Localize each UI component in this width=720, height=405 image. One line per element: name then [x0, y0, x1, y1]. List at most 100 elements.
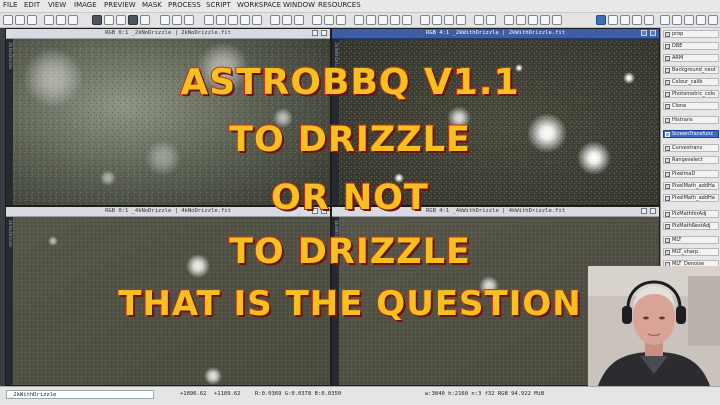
process-icon-item[interactable]: Colour_calib: [663, 78, 719, 86]
view-mode-icon[interactable]: [92, 15, 102, 25]
display-blue-icon[interactable]: [390, 15, 400, 25]
presenter-image: [588, 266, 720, 386]
script-editor-icon[interactable]: [516, 15, 526, 25]
process-icon-item[interactable]: PixMathRestAdj: [663, 222, 719, 230]
menu-window[interactable]: WINDOW: [283, 1, 315, 9]
process-icon[interactable]: [660, 15, 670, 25]
cursor-x-readout: +1896.62: [180, 391, 207, 397]
fit-view-icon[interactable]: [240, 15, 250, 25]
zoom-tool-icon[interactable]: [282, 15, 292, 25]
process-icon-item[interactable]: Rangeselect: [663, 156, 719, 164]
save-icon[interactable]: [27, 15, 37, 25]
workspace-4-icon[interactable]: [632, 15, 642, 25]
display-red-icon[interactable]: [366, 15, 376, 25]
workspace-1-icon[interactable]: [596, 15, 606, 25]
title-line-2: TO DRIZZLE: [228, 119, 471, 161]
preview-delete-icon[interactable]: [336, 15, 346, 25]
window-side-tab[interactable]: 2kNoDrizzle: [6, 38, 13, 205]
webcam-presenter: [588, 266, 720, 386]
maximize-icon[interactable]: [321, 30, 327, 36]
preferences-icon[interactable]: [644, 15, 654, 25]
history-explorer-icon[interactable]: [540, 15, 550, 25]
display-lum-icon[interactable]: [402, 15, 412, 25]
shade-icon[interactable]: [641, 30, 647, 36]
process-icon-item[interactable]: PixMathforAdj: [663, 210, 719, 218]
process-icon-item[interactable]: ARM: [663, 54, 719, 62]
menu-file[interactable]: FILE: [3, 1, 17, 9]
stf-reset-icon[interactable]: [456, 15, 466, 25]
script-icon[interactable]: [672, 15, 682, 25]
workspace-3-icon[interactable]: [620, 15, 630, 25]
process-icon-item[interactable]: MLT_sharp: [663, 248, 719, 256]
process-icon-item[interactable]: Curvestrans: [663, 144, 719, 152]
menu-preview[interactable]: PREVIEW: [104, 1, 136, 9]
shade-icon[interactable]: [312, 30, 318, 36]
process-icon-item[interactable]: PixelMath_addHa: [663, 182, 719, 190]
menu-script[interactable]: SCRIPT: [206, 1, 231, 9]
window-side-tab[interactable]: 4kNoDrizzle: [6, 216, 13, 385]
history-icon[interactable]: [68, 15, 78, 25]
shade-icon[interactable]: [641, 208, 647, 214]
view-selector[interactable]: _2kWithDrizzle: [6, 390, 154, 399]
process-icon-item[interactable]: Histrans: [663, 116, 719, 124]
menu-image[interactable]: IMAGE: [74, 1, 97, 9]
preview-icon[interactable]: [312, 15, 322, 25]
process-icon-item[interactable]: MLT: [663, 236, 719, 244]
window-title-bar[interactable]: RGB 0:1 _2kNoDrizzle | 2kNoDrizzle.fit: [6, 29, 330, 39]
maximize-icon[interactable]: [650, 208, 656, 214]
readout-icon[interactable]: [294, 15, 304, 25]
pixel-value-readout: R:0.0369 G:0.0378 B:0.0350: [255, 391, 342, 397]
preview-edit-icon[interactable]: [324, 15, 334, 25]
process-icon: [665, 238, 670, 243]
workspace-2-icon[interactable]: [608, 15, 618, 25]
mask-enable-icon[interactable]: [184, 15, 194, 25]
process-icon-item[interactable]: Background_neut: [663, 66, 719, 74]
window-title-bar[interactable]: RGB 4:1 _2kWithDrizzle | 2kWithDrizzle.f…: [332, 29, 659, 39]
process-icon: [665, 184, 670, 189]
zoom-1-1-icon[interactable]: [228, 15, 238, 25]
redo-icon[interactable]: [56, 15, 66, 25]
menu-mask[interactable]: MASK: [142, 1, 162, 9]
process-console-icon[interactable]: [504, 15, 514, 25]
gamut-icon[interactable]: [486, 15, 496, 25]
process-icon-item[interactable]: prop: [663, 30, 719, 38]
favorites-icon[interactable]: [684, 15, 694, 25]
tile-icon[interactable]: [116, 15, 126, 25]
mask-invert-icon[interactable]: [172, 15, 182, 25]
menu-view[interactable]: VIEW: [48, 1, 66, 9]
process-icon-item[interactable]: DBE: [663, 42, 719, 50]
process-icon-item-selected[interactable]: ScreenTransfunc: [663, 130, 719, 138]
maximize-icon[interactable]: [650, 30, 656, 36]
zoom-out-icon[interactable]: [216, 15, 226, 25]
display-green-icon[interactable]: [378, 15, 388, 25]
grid-icon[interactable]: [104, 15, 114, 25]
menu-workspace[interactable]: WORKSPACE: [237, 1, 281, 9]
help-icon[interactable]: [696, 15, 706, 25]
undo-icon[interactable]: [44, 15, 54, 25]
cmyk-icon[interactable]: [474, 15, 484, 25]
channels-icon[interactable]: [128, 15, 138, 25]
process-icon-item[interactable]: PixelMath_addHa: [663, 194, 719, 202]
zoom-fit-icon[interactable]: [252, 15, 262, 25]
mask-show-icon[interactable]: [160, 15, 170, 25]
menu-process[interactable]: PROCESS: [168, 1, 201, 9]
menu-edit[interactable]: EDIT: [24, 1, 40, 9]
title-line-4: TO DRIZZLE: [228, 231, 471, 273]
menu-resources[interactable]: RESOURCES: [318, 1, 361, 9]
stf-auto-icon[interactable]: [432, 15, 442, 25]
process-icon-item[interactable]: Photometric_colo: [663, 90, 719, 98]
format-explorer-icon[interactable]: [552, 15, 562, 25]
zoom-in-icon[interactable]: [204, 15, 214, 25]
pan-icon[interactable]: [270, 15, 280, 25]
new-image-icon[interactable]: [3, 15, 13, 25]
process-icon-item[interactable]: PixelmaD: [663, 170, 719, 178]
open-file-icon[interactable]: [15, 15, 25, 25]
power-icon[interactable]: [708, 15, 718, 25]
process-icon-item[interactable]: Clone: [663, 102, 719, 110]
explorer-icon[interactable]: [528, 15, 538, 25]
title-line-1: ASTROBBQ V1.1: [179, 61, 520, 104]
stf-icon[interactable]: [420, 15, 430, 25]
display-channel-icon[interactable]: [354, 15, 364, 25]
rgb-icon[interactable]: [140, 15, 150, 25]
stf-link-icon[interactable]: [444, 15, 454, 25]
